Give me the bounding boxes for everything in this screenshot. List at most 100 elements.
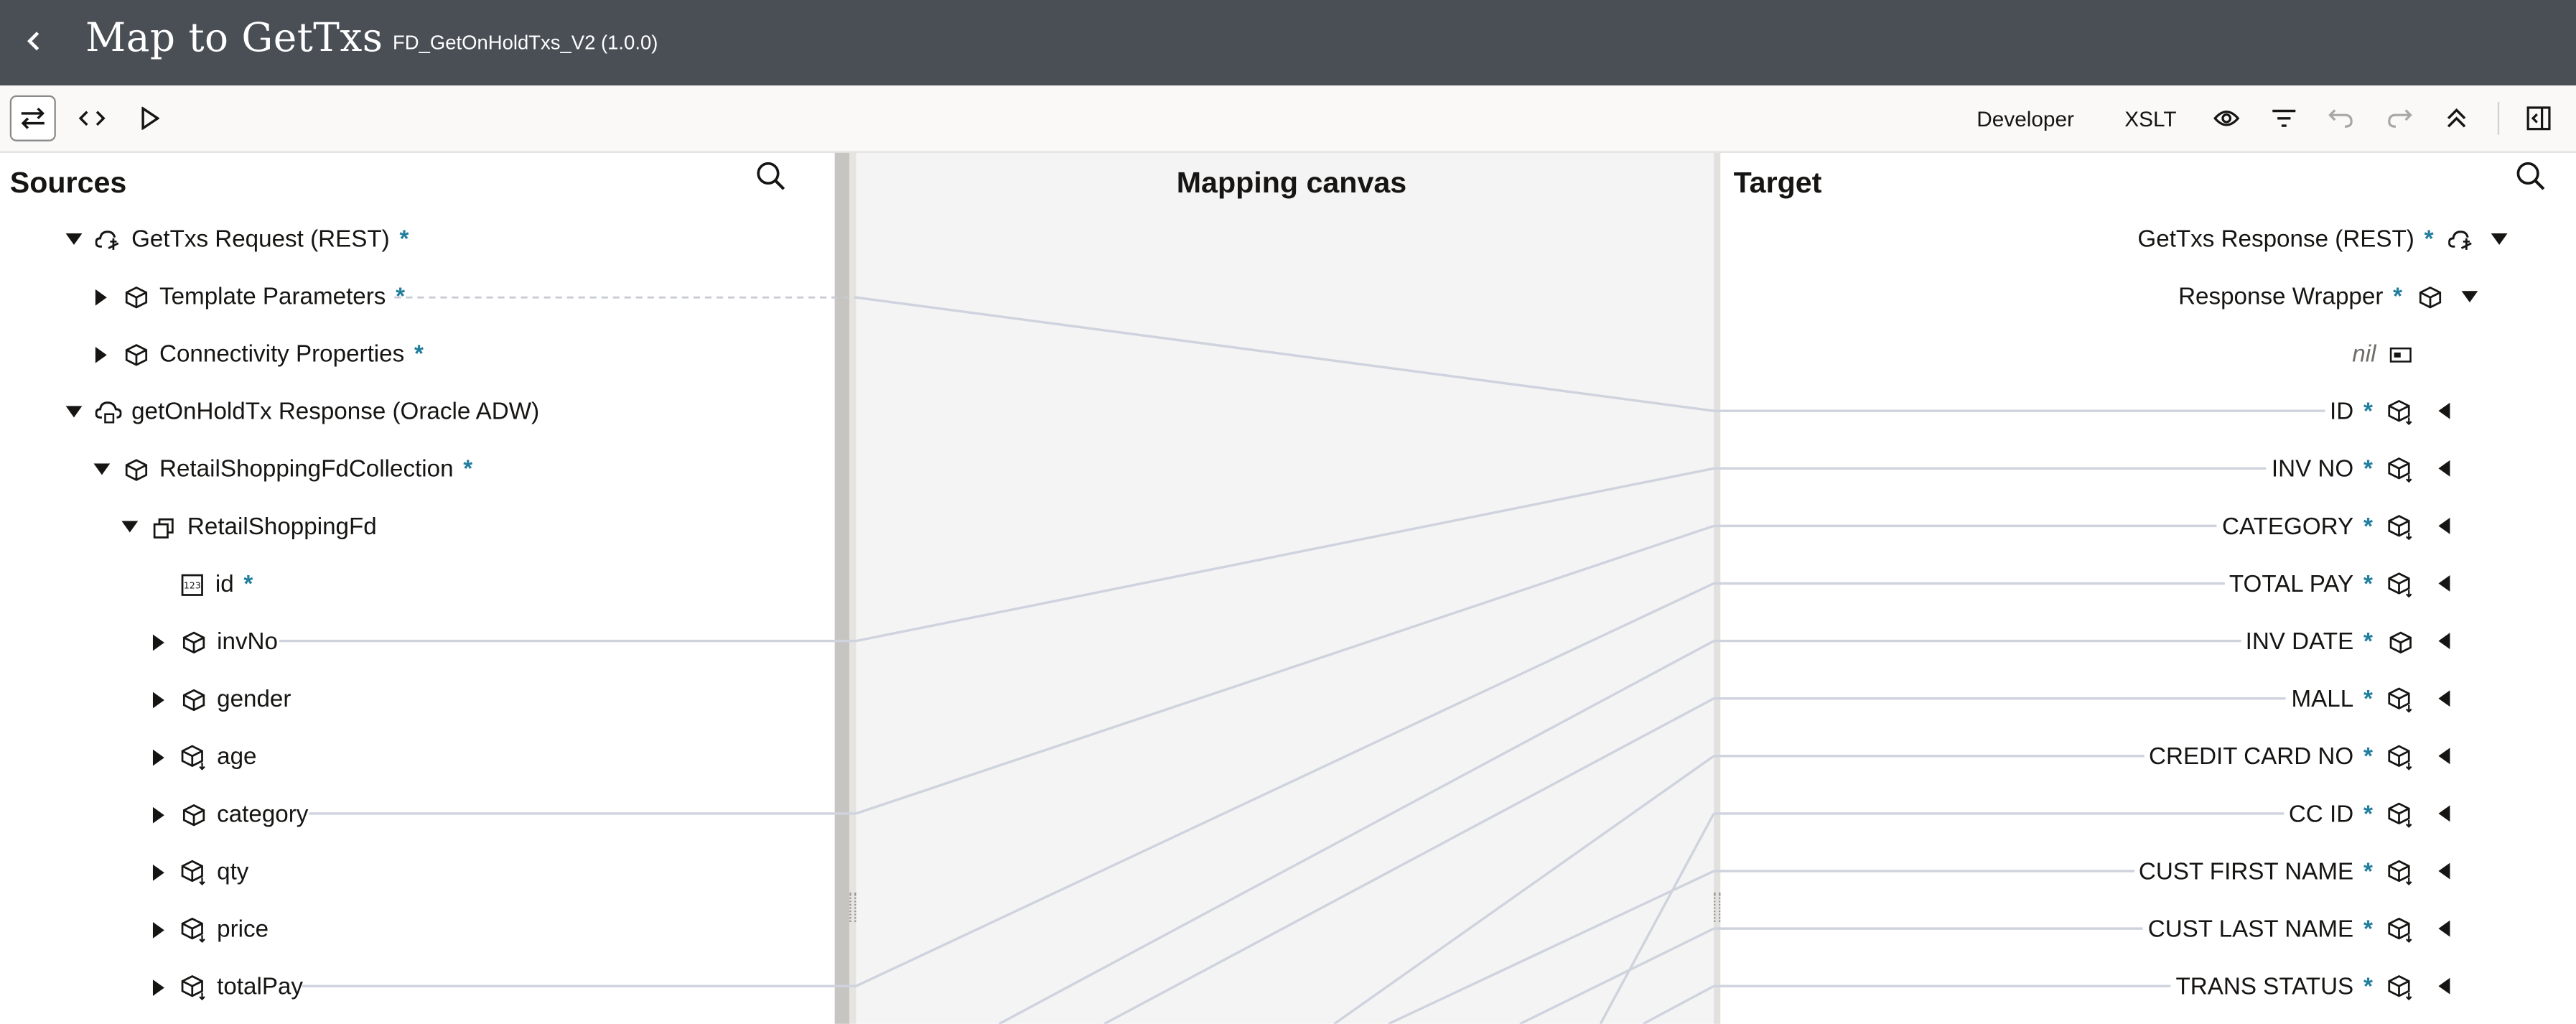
caret-right-icon[interactable]	[90, 343, 113, 366]
cube-optional-icon	[2386, 513, 2415, 542]
source-node-price[interactable]: price	[148, 911, 269, 950]
target-node-cc-id[interactable]: CC ID *	[2283, 796, 2415, 835]
caret-down-icon[interactable]	[62, 228, 85, 251]
caret-left-icon[interactable]	[2435, 401, 2455, 420]
sources-scrollbar[interactable]	[834, 152, 850, 1024]
source-node-age[interactable]: age	[148, 738, 257, 778]
source-node-invno[interactable]: invNo	[148, 623, 278, 662]
node-label: GetTxs Request (REST)	[131, 226, 390, 253]
target-node-mall[interactable]: MALL *	[2286, 681, 2416, 720]
required-marker: *	[2363, 744, 2373, 771]
node-label: Connectivity Properties	[159, 342, 405, 368]
target-node-category[interactable]: CATEGORY *	[2217, 508, 2415, 547]
caret-right-icon[interactable]	[148, 631, 171, 654]
filter-icon[interactable]	[2261, 96, 2307, 141]
caret-right-icon[interactable]	[90, 286, 113, 309]
target-node-nil[interactable]: nil	[2347, 335, 2415, 375]
caret-right-icon[interactable]	[148, 861, 171, 884]
caret-left-icon[interactable]	[2435, 918, 2455, 938]
node-label: INV NO	[2267, 457, 2354, 483]
node-label: INV DATE	[2240, 629, 2354, 656]
redo-icon[interactable]	[2376, 96, 2422, 141]
target-node-inv-no[interactable]: INV NO *	[2267, 450, 2415, 490]
source-node-id[interactable]: 123 id *	[179, 565, 253, 605]
node-label: CREDIT CARD NO	[2144, 744, 2354, 771]
source-node-connectivity-properties[interactable]: Connectivity Properties *	[90, 335, 424, 375]
caret-left-icon[interactable]	[2435, 861, 2455, 880]
target-node-response-wrapper[interactable]: Response Wrapper *	[2173, 278, 2445, 317]
required-marker: *	[2363, 629, 2373, 656]
required-marker: *	[2424, 226, 2434, 253]
target-node-inv-date[interactable]: INV DATE *	[2240, 623, 2416, 662]
node-label: RetailShoppingFd	[187, 514, 377, 541]
search-icon[interactable]	[2512, 158, 2548, 194]
caret-down-icon[interactable]	[2489, 230, 2509, 249]
developer-button[interactable]: Developer	[1977, 107, 2074, 131]
required-marker: *	[2363, 859, 2373, 886]
caret-right-icon[interactable]	[148, 689, 171, 712]
caret-left-icon[interactable]	[2435, 746, 2455, 765]
target-node-id[interactable]: ID *	[2325, 393, 2415, 432]
source-node-retailshoppingfd[interactable]: RetailShoppingFd	[118, 508, 377, 547]
caret-left-icon[interactable]	[2435, 976, 2455, 995]
mapping-canvas[interactable]	[856, 152, 1714, 1024]
source-node-getonholdtx-response[interactable]: getOnHoldTx Response (Oracle ADW)	[62, 393, 539, 432]
panel-toggle-icon[interactable]	[2516, 96, 2562, 141]
undo-icon[interactable]	[2318, 96, 2364, 141]
swap-icon[interactable]	[9, 95, 56, 141]
cube-icon	[123, 457, 150, 483]
node-label: price	[217, 917, 269, 944]
source-node-totalpay[interactable]: totalPay	[148, 968, 303, 1007]
cube-optional-icon	[181, 745, 207, 771]
cube-icon	[123, 342, 150, 368]
caret-down-icon[interactable]	[62, 401, 85, 424]
play-icon[interactable]	[126, 96, 172, 141]
target-node-trans-status[interactable]: TRANS STATUS *	[2170, 968, 2416, 1007]
rest-cloud-icon	[2447, 225, 2476, 255]
required-marker: *	[2363, 399, 2373, 426]
source-node-category[interactable]: category	[148, 796, 308, 835]
caret-right-icon[interactable]	[148, 746, 171, 769]
source-node-gettxs-request[interactable]: GetTxs Request (REST) *	[62, 220, 409, 260]
target-node-cust-last-name[interactable]: CUST LAST NAME *	[2142, 911, 2416, 950]
caret-left-icon[interactable]	[2435, 516, 2455, 536]
page-title: Map to GetTxs	[85, 14, 383, 61]
source-node-template-parameters[interactable]: Template Parameters *	[90, 278, 405, 317]
caret-left-icon[interactable]	[2435, 459, 2455, 478]
cube-icon	[2415, 283, 2445, 312]
source-node-gender[interactable]: gender	[148, 681, 291, 720]
caret-left-icon[interactable]	[2435, 689, 2455, 708]
code-icon[interactable]	[69, 96, 115, 141]
repeating-element-icon	[151, 514, 178, 541]
svg-text:123: 123	[184, 580, 201, 590]
caret-right-icon[interactable]	[148, 918, 171, 941]
node-label: Template Parameters	[159, 284, 386, 311]
caret-left-icon[interactable]	[2435, 574, 2455, 593]
caret-down-icon[interactable]	[2460, 288, 2479, 307]
source-node-qty[interactable]: qty	[148, 853, 248, 893]
required-marker: *	[396, 284, 406, 311]
caret-left-icon[interactable]	[2435, 631, 2455, 651]
target-node-gettxs-response[interactable]: GetTxs Response (REST) *	[2132, 220, 2477, 260]
target-splitter[interactable]	[1714, 152, 1721, 1024]
caret-left-icon[interactable]	[2435, 804, 2455, 823]
node-label: ID	[2325, 399, 2354, 426]
caret-down-icon[interactable]	[90, 459, 113, 482]
search-icon[interactable]	[752, 158, 788, 194]
chevron-left-icon[interactable]	[17, 23, 52, 59]
source-node-retailshoppingfdcollection[interactable]: RetailShoppingFdCollection *	[90, 450, 472, 490]
node-label: MALL	[2286, 686, 2354, 714]
caret-down-icon[interactable]	[118, 516, 141, 539]
sources-splitter[interactable]	[849, 152, 857, 1024]
target-node-credit-card-no[interactable]: CREDIT CARD NO *	[2144, 738, 2415, 778]
caret-right-icon[interactable]	[148, 804, 171, 827]
required-marker: *	[2393, 284, 2403, 311]
node-label: qty	[217, 859, 249, 886]
eye-icon[interactable]	[2203, 96, 2249, 141]
cube-optional-icon	[2386, 858, 2415, 888]
target-node-cust-first-name[interactable]: CUST FIRST NAME *	[2133, 853, 2415, 893]
caret-right-icon[interactable]	[148, 976, 171, 999]
xslt-button[interactable]: XSLT	[2124, 107, 2176, 131]
target-node-total-pay[interactable]: TOTAL PAY *	[2223, 565, 2415, 605]
collapse-all-icon[interactable]	[2434, 96, 2480, 141]
